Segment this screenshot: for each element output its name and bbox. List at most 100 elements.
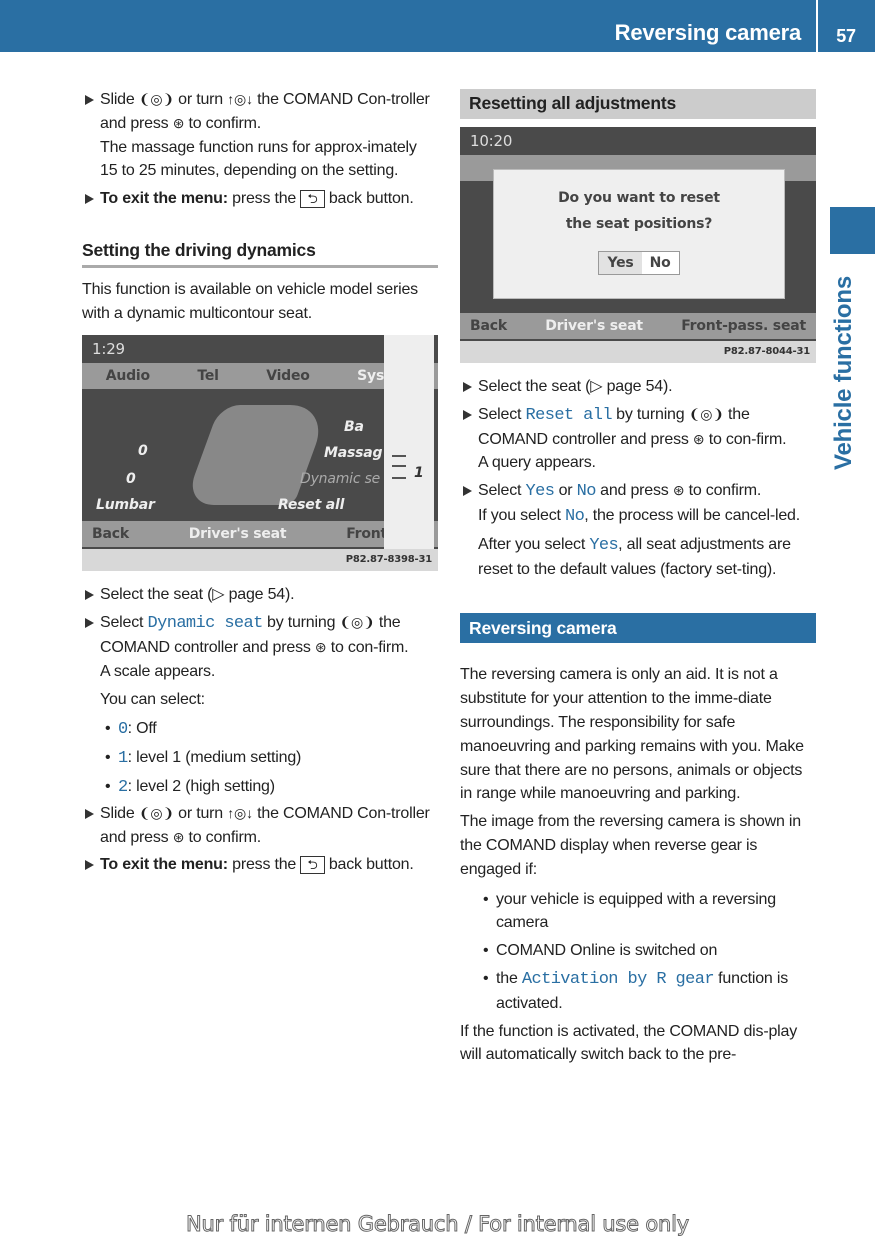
paragraph: The reversing camera is only an aid. It …: [460, 663, 816, 806]
no-option: No: [641, 252, 679, 274]
display-menu-term: Activation by R gear: [521, 969, 715, 989]
text: : Off: [127, 720, 157, 738]
instruction-step: To exit the menu: press the ⮌ back butto…: [82, 853, 438, 877]
bold-label: To exit the menu:: [100, 190, 228, 208]
text: Select: [478, 482, 526, 500]
text: the: [496, 969, 522, 987]
press-controller-icon: ⊛: [672, 482, 685, 499]
menu-item: Reset all: [278, 497, 345, 514]
text: Select the seat (▷ page 54).: [478, 378, 673, 395]
text: Slide: [100, 804, 139, 822]
back-label: Back: [92, 526, 129, 543]
lumbar-value: 0: [126, 471, 136, 488]
display-menu-term: No: [565, 506, 585, 526]
text: COMAND Online is switched on: [496, 942, 718, 960]
menu-item: Ba: [344, 419, 364, 436]
subsection-heading: Resetting all adjustments: [460, 89, 816, 119]
text: You can select:: [100, 690, 205, 708]
option-item: 0: Off: [82, 717, 438, 742]
page-header: Reversing camera 57: [0, 0, 875, 52]
scale-value: 1: [414, 465, 424, 482]
front-pass-label: Front-pass. seat: [681, 318, 806, 334]
display-menu-term: 2: [118, 777, 128, 797]
text: to confirm.: [184, 114, 261, 132]
drivers-seat-label: Driver's seat: [545, 318, 643, 334]
display-menu-term: No: [576, 482, 597, 502]
lumbar-label: Lumbar: [96, 497, 155, 514]
turn-controller-icon: ❨◎❩: [688, 405, 724, 422]
text: Reversing camera: [469, 618, 617, 639]
text: back button.: [324, 190, 414, 208]
paragraph: If the function is activated, the COMAND…: [460, 1020, 816, 1068]
slide-controller-icon: ❨◎❩: [138, 804, 174, 821]
text: back button.: [324, 856, 414, 874]
display-menu-term: 0: [118, 720, 128, 740]
menu-item: Massag: [324, 445, 383, 462]
text: The image from the reversing camera is s…: [460, 813, 801, 878]
text: If the function is activated, the COMAND…: [460, 1022, 798, 1064]
watermark: Nur für internen Gebrauch / For internal…: [186, 1212, 690, 1237]
section-heading: Setting the driving dynamics: [82, 239, 438, 268]
figure-code: P82.87-8398-31: [82, 549, 438, 572]
display-menu-term: Dynamic seat: [147, 614, 264, 634]
option-item: 1: level 1 (medium setting): [82, 746, 438, 771]
bold-label: To exit the menu:: [100, 856, 228, 874]
slide-controller-icon: ❨◎❩: [138, 91, 174, 107]
text: and press: [595, 482, 673, 500]
instruction-step: Slide ❨◎❩ or turn ↑◎↓ the COMAND Con-tro…: [82, 802, 438, 850]
figure-code: P82.87-8044-31: [460, 341, 816, 363]
bullet-item: COMAND Online is switched on: [460, 939, 816, 963]
turn-controller-icon: ❨◎❩: [339, 614, 375, 631]
text: If you select: [478, 506, 566, 524]
display-menu-term: 1: [118, 749, 128, 769]
text: to confirm.: [184, 828, 261, 846]
reset-dialog: Do you want to reset the seat positions?…: [493, 169, 785, 299]
display-menu-term: Yes: [525, 482, 555, 502]
drivers-seat-label: Driver's seat: [188, 526, 287, 543]
tab-video: Video: [266, 368, 310, 385]
back-label: Back: [470, 318, 507, 334]
instruction-step: Select Dynamic seat by turning ❨◎❩ the C…: [82, 611, 438, 660]
instruction-step: Select the seat (▷ page 54).: [460, 375, 816, 399]
text: After you select: [478, 535, 590, 553]
text: to confirm.: [684, 482, 762, 500]
turn-controller-icon: ↑◎↓: [227, 804, 253, 821]
text: Slide: [100, 91, 139, 108]
clock: 10:20: [470, 132, 513, 150]
bullet-item: the Activation by R gear function is act…: [460, 967, 816, 1016]
turn-controller-icon: ↑◎↓: [227, 91, 253, 107]
text: or turn: [173, 804, 228, 822]
paragraph: The image from the reversing camera is s…: [460, 810, 816, 881]
dialog-question: Do you want to reset the seat positions?: [558, 190, 720, 232]
lumbar-value: 0: [138, 443, 148, 460]
display-menu-term: Yes: [589, 535, 619, 555]
instruction-step: To exit the menu: press the ⮌ back butto…: [82, 187, 438, 211]
step-note: The massage function runs for approx-ima…: [82, 136, 438, 184]
left-column: Slide ❨◎❩ or turn ↑◎↓ the COMAND Con-tro…: [82, 88, 438, 877]
header-title: Reversing camera: [614, 20, 802, 45]
section-tab-marker: [830, 207, 875, 254]
scale-overlay: 1: [384, 335, 434, 550]
clock: 1:29: [92, 340, 125, 359]
back-button-icon: ⮌: [300, 190, 325, 209]
step-note: A scale appears.: [82, 660, 438, 684]
text: press the: [227, 856, 301, 874]
step-note: A query appears.: [460, 451, 816, 475]
back-button-icon: ⮌: [300, 856, 325, 875]
press-controller-icon: ⊛: [172, 114, 185, 131]
section-title: Reversing camera: [460, 613, 816, 644]
tab-audio: Audio: [105, 368, 150, 385]
instruction-step: Select Reset all by turning ❨◎❩ the COMA…: [460, 403, 816, 452]
text: Select the seat (▷ page 54).: [100, 586, 295, 604]
bullet-item: your vehicle is equipped with a reversin…: [460, 888, 816, 936]
paragraph: This function is available on vehicle mo…: [82, 278, 438, 326]
header-divider: [816, 0, 818, 52]
press-controller-icon: ⊛: [692, 430, 705, 447]
text: by turning: [262, 614, 340, 632]
step-note: If you select No, the process will be ca…: [460, 504, 816, 529]
text: : level 1 (medium setting): [127, 749, 302, 767]
text: by turning: [611, 405, 689, 423]
instruction-step: Select Yes or No and press ⊛ to confirm.: [460, 479, 816, 504]
text: Resetting all adjustments: [469, 93, 676, 113]
text: to con-firm.: [326, 638, 409, 656]
